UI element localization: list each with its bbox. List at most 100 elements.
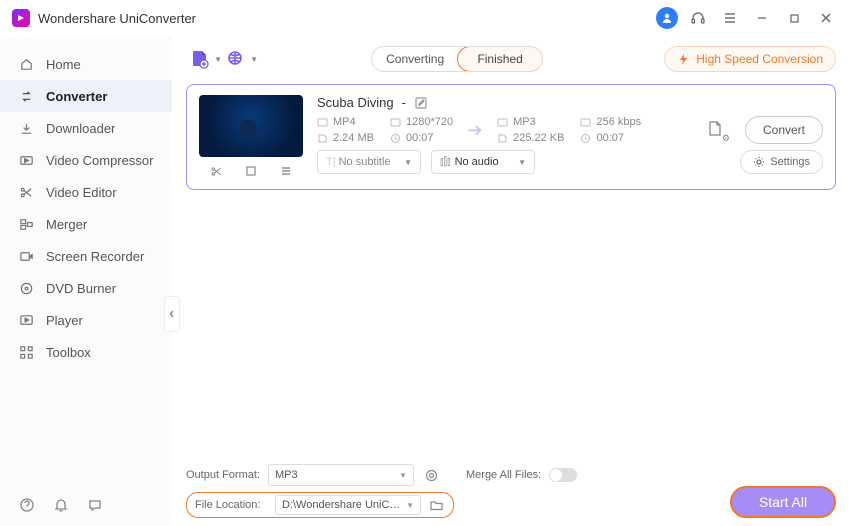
app-logo [12, 9, 30, 27]
maximize-button[interactable] [782, 6, 806, 30]
chevron-down-icon: ▼ [399, 471, 407, 480]
home-icon [18, 56, 34, 72]
sidebar-item-label: Player [46, 313, 83, 328]
file-card: Scuba Diving - MP4 1280*720 2.24 MB 00:0… [186, 84, 836, 190]
file-title: Scuba Diving [317, 95, 394, 110]
format-icon [497, 117, 508, 128]
merge-toggle[interactable] [549, 468, 577, 482]
sidebar-item-editor[interactable]: Video Editor [0, 176, 172, 208]
in-duration: 00:07 [406, 132, 434, 144]
clock-icon [580, 133, 591, 144]
format-settings-icon[interactable] [422, 466, 440, 484]
sidebar-item-compressor[interactable]: Video Compressor [0, 144, 172, 176]
in-resolution: 1280*720 [406, 116, 453, 128]
sidebar: Home Converter Downloader Video Compress… [0, 36, 172, 526]
sidebar-item-label: Downloader [46, 121, 115, 136]
merge-label: Merge All Files: [466, 469, 541, 481]
sidebar-item-label: Merger [46, 217, 87, 232]
bell-icon[interactable] [52, 496, 70, 514]
out-format: MP3 [513, 116, 536, 128]
chevron-down-icon: ▼ [214, 55, 222, 64]
in-size: 2.24 MB [333, 132, 374, 144]
out-bitrate: 256 kbps [596, 116, 641, 128]
tab-converting[interactable]: Converting [372, 47, 458, 71]
file-location-label: File Location: [195, 499, 269, 511]
chevron-down-icon: ▼ [250, 55, 258, 64]
disc-icon [18, 280, 34, 296]
file-dash: - [402, 95, 406, 110]
tab-finished[interactable]: Finished [457, 46, 543, 72]
sidebar-item-dvd[interactable]: DVD Burner [0, 272, 172, 304]
sidebar-item-player[interactable]: Player [0, 304, 172, 336]
sidebar-item-merger[interactable]: Merger [0, 208, 172, 240]
output-settings-icon[interactable]: ⚙ [705, 119, 727, 141]
video-thumbnail[interactable] [199, 95, 303, 157]
more-icon[interactable] [276, 163, 296, 179]
output-format-label: Output Format: [186, 469, 260, 481]
out-size: 225.22 KB [513, 132, 564, 144]
settings-label: Settings [770, 156, 810, 168]
recorder-icon [18, 248, 34, 264]
size-icon [497, 133, 508, 144]
converter-icon [18, 88, 34, 104]
high-speed-button[interactable]: High Speed Conversion [664, 46, 836, 72]
format-icon [317, 117, 328, 128]
download-icon [18, 120, 34, 136]
headset-icon[interactable] [686, 6, 710, 30]
user-avatar[interactable] [656, 7, 678, 29]
merger-icon [18, 216, 34, 232]
subtitle-value: No subtitle [339, 156, 391, 168]
arrow-right-icon: ➔ [463, 120, 487, 141]
help-icon[interactable] [18, 496, 36, 514]
open-folder-icon[interactable] [427, 496, 445, 514]
file-location-value: D:\Wondershare UniConvert [282, 499, 406, 511]
sidebar-item-label: Screen Recorder [46, 249, 144, 264]
edit-title-icon[interactable] [414, 96, 428, 110]
titlebar: Wondershare UniConverter [0, 0, 850, 36]
start-all-button[interactable]: Start All [730, 486, 836, 518]
file-location-dropdown[interactable]: D:\Wondershare UniConvert ▼ [275, 495, 421, 515]
add-url-button[interactable]: ▼ [222, 46, 250, 72]
trim-icon[interactable] [206, 163, 226, 179]
resolution-icon [390, 117, 401, 128]
sidebar-item-converter[interactable]: Converter [0, 80, 172, 112]
sidebar-item-label: Video Editor [46, 185, 117, 200]
settings-button[interactable]: Settings [740, 150, 823, 174]
sidebar-item-label: Toolbox [46, 345, 91, 360]
output-format-dropdown[interactable]: MP3 ▼ [268, 464, 414, 486]
sidebar-item-label: DVD Burner [46, 281, 116, 296]
feedback-icon[interactable] [86, 496, 104, 514]
output-format-value: MP3 [275, 469, 298, 481]
in-format: MP4 [333, 116, 356, 128]
play-icon [18, 312, 34, 328]
chevron-down-icon: ▼ [518, 158, 526, 167]
sidebar-item-label: Video Compressor [46, 153, 153, 168]
compressor-icon [18, 152, 34, 168]
out-duration: 00:07 [596, 132, 624, 144]
size-icon [317, 133, 328, 144]
sidebar-item-label: Converter [46, 89, 107, 104]
sidebar-item-home[interactable]: Home [0, 48, 172, 80]
sidebar-item-label: Home [46, 57, 81, 72]
menu-icon[interactable] [718, 6, 742, 30]
bitrate-icon [580, 117, 591, 128]
audio-value: No audio [455, 156, 499, 168]
wave-icon: ⫾⫿⫾ [440, 156, 451, 169]
high-speed-label: High Speed Conversion [696, 52, 823, 66]
collapse-sidebar-button[interactable] [164, 296, 180, 332]
chevron-down-icon: ▼ [404, 158, 412, 167]
sidebar-item-recorder[interactable]: Screen Recorder [0, 240, 172, 272]
close-button[interactable] [814, 6, 838, 30]
chevron-down-icon: ▼ [406, 501, 414, 510]
app-title: Wondershare UniConverter [38, 11, 196, 26]
scissors-icon [18, 184, 34, 200]
audio-dropdown[interactable]: ⫾⫿⫾ No audio ▼ [431, 150, 535, 174]
sidebar-item-toolbox[interactable]: Toolbox [0, 336, 172, 368]
convert-button[interactable]: Convert [745, 116, 823, 144]
sidebar-item-downloader[interactable]: Downloader [0, 112, 172, 144]
minimize-button[interactable] [750, 6, 774, 30]
grid-icon [18, 344, 34, 360]
subtitle-dropdown[interactable]: T| No subtitle ▼ [317, 150, 421, 174]
add-file-button[interactable]: ▼ [186, 46, 214, 72]
crop-icon[interactable] [241, 163, 261, 179]
